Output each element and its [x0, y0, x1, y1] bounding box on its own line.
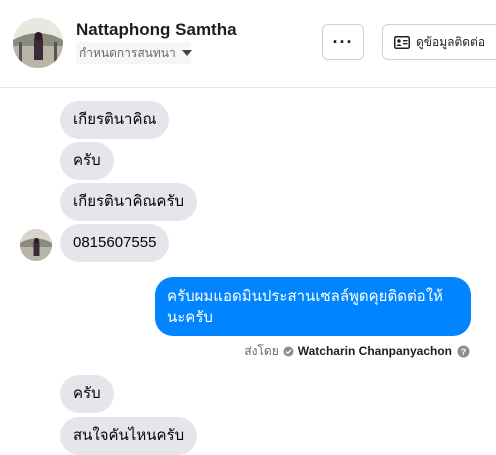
message-bubble-incoming[interactable]: ครับ [60, 375, 114, 413]
conversation-header: Nattaphong Samtha กำหนดการสนทนา ··· ดูข้… [0, 0, 496, 88]
message-bubble-incoming[interactable]: เกียรตินาคิณ [60, 101, 170, 139]
message-bubble-outgoing[interactable]: ครับผมแอดมินประสานเซลล์พูดคุยติดต่อให้นะ… [155, 277, 471, 336]
caret-down-icon [181, 50, 192, 56]
sender-photo [20, 229, 52, 261]
conversation-status-label: กำหนดการสนทนา [79, 45, 176, 60]
sender-name[interactable]: Watcharin Chanpanyachon [298, 344, 452, 358]
sent-by-prefix: ส่งโดย [244, 343, 279, 358]
help-icon[interactable]: ? [457, 345, 470, 358]
contact-name[interactable]: Nattaphong Samtha [76, 20, 237, 40]
view-contact-info-label: ดูข้อมูลติดต่อ [416, 34, 486, 49]
svg-text:?: ? [461, 347, 467, 357]
message-bubble-incoming[interactable]: ครับ [60, 142, 114, 180]
contact-avatar[interactable] [13, 18, 63, 68]
message-bubble-incoming[interactable]: 0815607555 [60, 224, 170, 262]
verified-check-icon [283, 346, 294, 356]
conversation-status-dropdown[interactable]: กำหนดการสนทนา [76, 42, 192, 64]
message-bubble-incoming[interactable]: เกียรตินาคิณครับ [60, 183, 198, 221]
contact-card-icon [394, 35, 410, 49]
message-bubble-incoming[interactable]: สนใจคันไหนครับ [60, 417, 198, 455]
more-dots-icon: ··· [332, 32, 354, 52]
view-contact-info-button[interactable]: ดูข้อมูลติดต่อ [382, 24, 496, 60]
contact-photo [13, 18, 63, 68]
sender-avatar [20, 229, 52, 261]
more-options-button[interactable]: ··· [322, 24, 364, 60]
sent-by-line: ส่งโดย Watcharin Chanpanyachon ? [244, 343, 470, 359]
